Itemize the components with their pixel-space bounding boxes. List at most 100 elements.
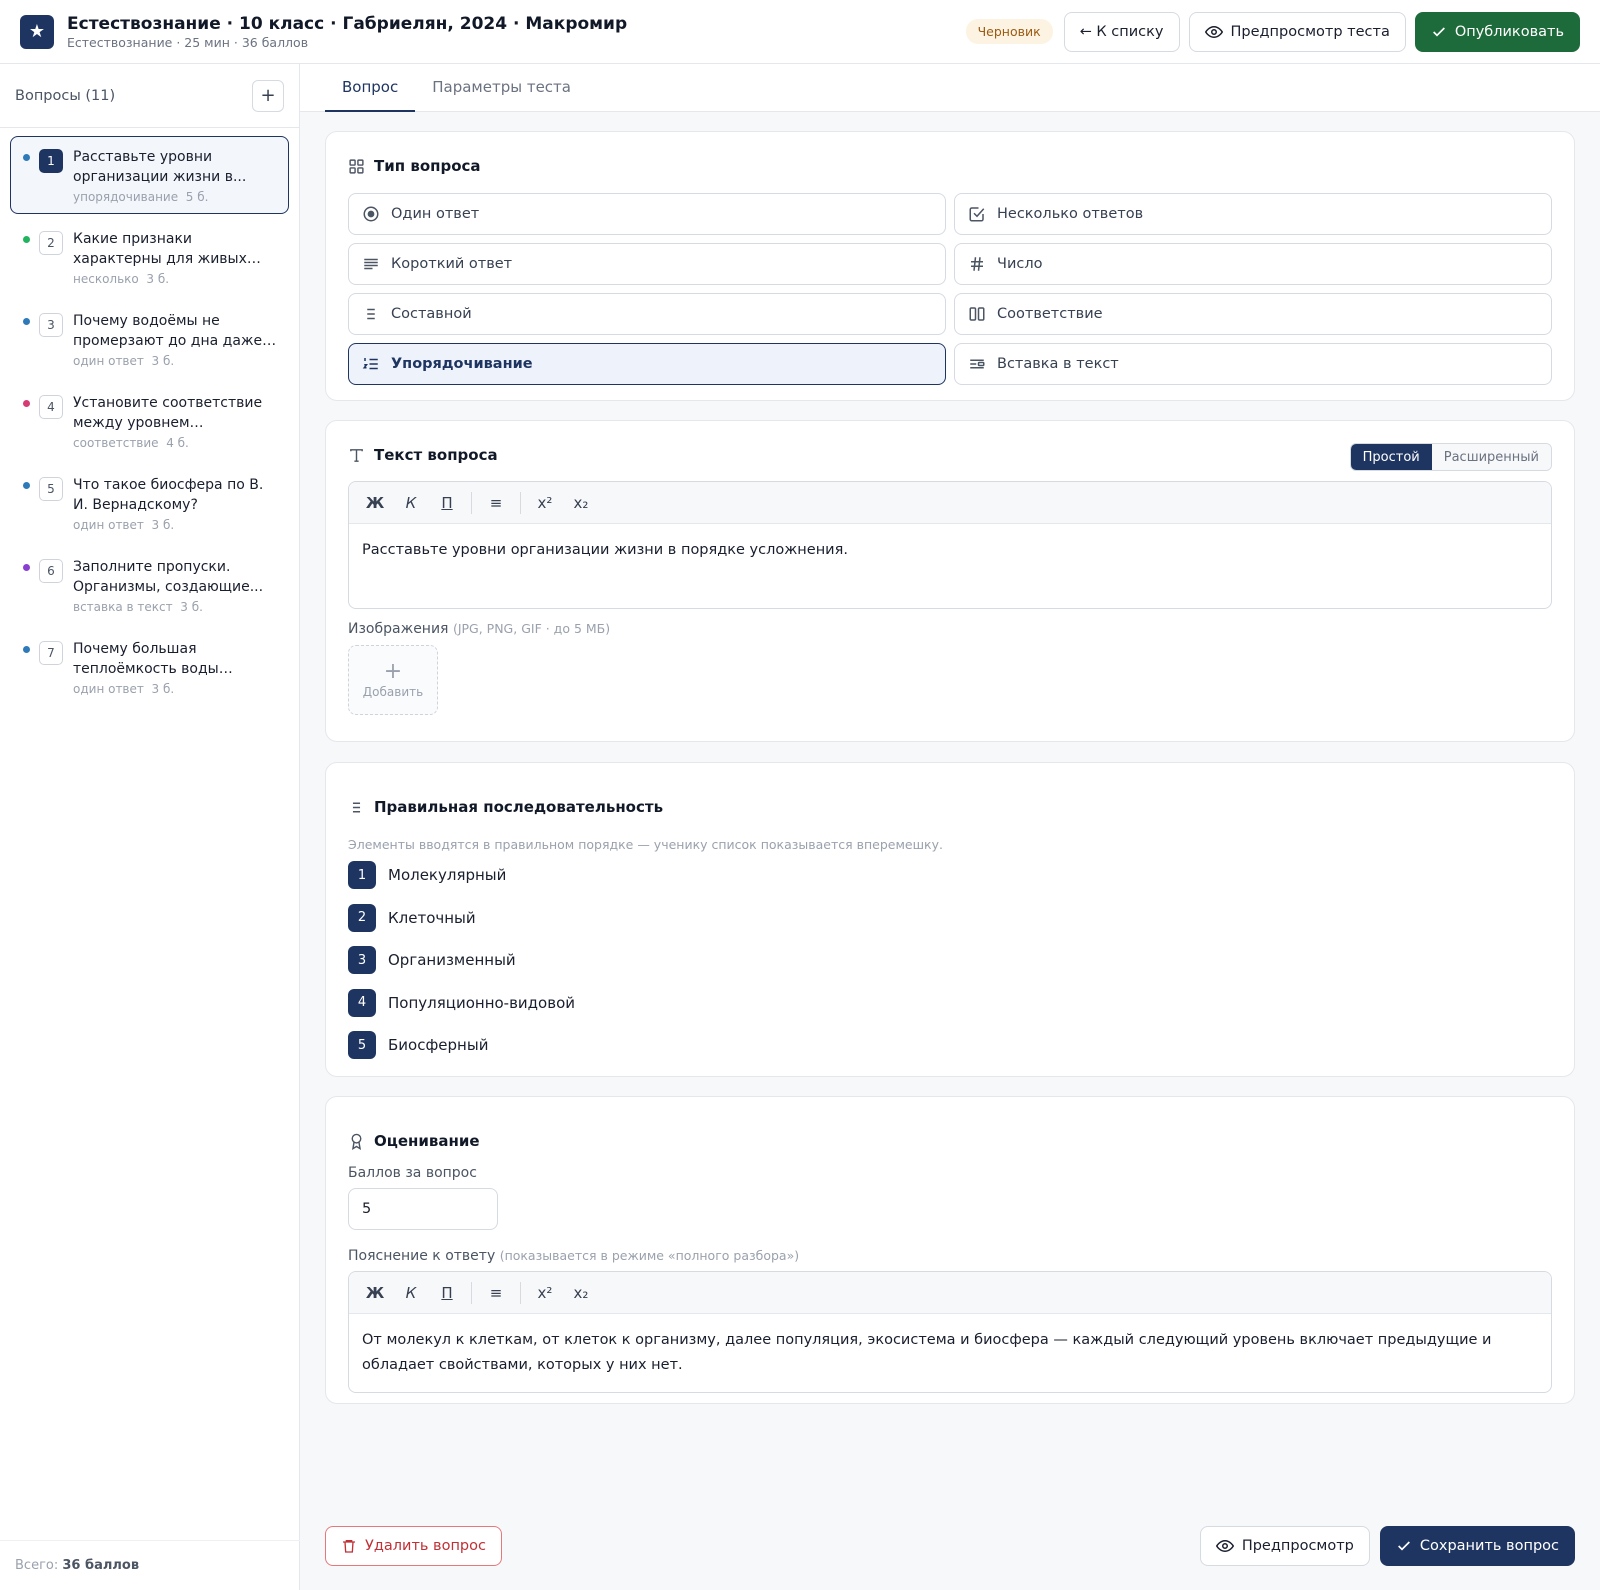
type-label: Несколько ответов <box>997 206 1144 222</box>
sidebar-question-item[interactable]: 6 Заполните пропуски. Организмы, создающи… <box>10 546 289 624</box>
add-question-button[interactable]: + <box>252 79 284 112</box>
list-button[interactable]: ≡ <box>478 488 514 518</box>
subscript-button[interactable]: x₂ <box>563 1278 599 1308</box>
images-hint: (JPG, PNG, GIF · до 5 МБ) <box>452 621 611 636</box>
sidebar-question-item[interactable]: 2 Какие признаки характерны для живых сис… <box>10 218 289 296</box>
tab-question[interactable]: Вопрос <box>325 64 416 112</box>
sequence-item: 1 Молекулярный <box>348 854 1552 897</box>
list-button[interactable]: ≡ <box>478 1278 514 1308</box>
question-list: 1 Расставьте уровни организации жизни в..… <box>0 128 299 718</box>
add-image-button[interactable]: + Добавить <box>348 645 438 715</box>
sequence-number: 5 <box>348 1031 376 1060</box>
question-number: 3 <box>39 313 63 337</box>
sequence-card: Правильная последовательность Элементы в… <box>325 762 1575 1077</box>
toolbar-divider <box>520 1281 521 1304</box>
trash-icon <box>343 1540 355 1553</box>
question-number: 1 <box>39 149 63 173</box>
italic-button[interactable]: К <box>393 1278 429 1308</box>
questions-sidebar: Вопросы (11) + 1 Расставьте уровни органи… <box>0 64 300 1590</box>
bold-button[interactable]: Ж <box>357 488 393 518</box>
main-area: Вопрос Параметры теста Тип вопроса Один … <box>300 64 1600 1590</box>
question-points: 3 б. <box>180 600 203 614</box>
type-options: Один ответ Несколько ответов Короткий от… <box>348 193 1552 385</box>
question-color-dot <box>23 318 30 325</box>
sidebar-question-item[interactable]: 4 Установите соответствие между уровнем о… <box>10 382 289 460</box>
underline-button[interactable]: П <box>429 1278 465 1308</box>
images-label-row: Изображения (JPG, PNG, GIF · до 5 МБ) <box>348 621 1552 637</box>
superscript-button[interactable]: x² <box>527 488 563 518</box>
sequence-text[interactable]: Популяционно-видовой <box>388 994 575 1012</box>
question-meta: соответствие 4 б. <box>73 434 278 452</box>
sequence-item: 3 Организменный <box>348 939 1552 982</box>
delete-question-button[interactable]: Удалить вопрос <box>325 1526 502 1566</box>
type-label: Один ответ <box>391 206 480 222</box>
question-body: Расставьте уровни организации жизни в...… <box>73 147 278 206</box>
explanation-input[interactable]: От молекул к клеткам, от клеток к органи… <box>349 1314 1551 1392</box>
sidebar-question-item[interactable]: 7 Почему большая теплоёмкость воды важна.… <box>10 628 289 706</box>
type-number[interactable]: Число <box>954 243 1552 285</box>
underline-button[interactable]: П <box>429 488 465 518</box>
sidebar-question-item[interactable]: 3 Почему водоёмы не промерзают до дна даж… <box>10 300 289 378</box>
question-type: вставка в текст <box>73 600 173 614</box>
grid-icon <box>349 158 364 174</box>
question-color-dot <box>23 646 30 653</box>
text-insert-icon <box>970 359 985 369</box>
points-input[interactable]: 5 <box>348 1188 498 1230</box>
sequence-number: 2 <box>348 903 376 932</box>
save-question-button[interactable]: Сохранить вопрос <box>1379 1526 1575 1566</box>
question-points: 3 б. <box>146 272 170 286</box>
question-meta: упорядочивание 5 б. <box>73 188 278 206</box>
type-ordering[interactable]: Упорядочивание <box>348 343 946 385</box>
sequence-text[interactable]: Клеточный <box>388 909 476 927</box>
question-meta: один ответ 3 б. <box>73 516 278 534</box>
question-preview-text: Установите соответствие между уровнем ор… <box>73 395 263 431</box>
type-matching[interactable]: Соответствие <box>954 293 1552 335</box>
sequence-text[interactable]: Молекулярный <box>388 866 506 884</box>
subscript-button[interactable]: x₂ <box>563 488 599 518</box>
explanation-toolbar: Ж К П ≡ x² x₂ <box>349 1272 1551 1314</box>
question-body: Какие признаки характерны для живых сист… <box>73 229 278 286</box>
top-header: ★ Естествознание · 10 класс · Габриелян,… <box>0 0 1600 64</box>
type-icon <box>350 448 363 462</box>
sequence-text[interactable]: Биосферный <box>388 1036 488 1054</box>
question-preview-text: Расставьте уровни организации жизни в... <box>73 149 247 185</box>
page-title: Естествознание · 10 класс · Габриелян, 2… <box>67 13 628 34</box>
grading-title: Оценивание <box>348 1129 1552 1153</box>
question-type-card: Тип вопроса Один ответ Несколько ответов… <box>325 131 1575 401</box>
explanation-hint: (показывается в режиме «полного разбора»… <box>499 1248 800 1263</box>
sidebar-question-item[interactable]: 5 Что такое биосфера по В. И. Вернадскому… <box>10 464 289 542</box>
sequence-text[interactable]: Организменный <box>388 951 516 969</box>
preview-test-label: Предпросмотр теста <box>1230 23 1390 40</box>
tab-test-params[interactable]: Параметры теста <box>415 64 588 112</box>
type-short-answer[interactable]: Короткий ответ <box>348 243 946 285</box>
question-text-input[interactable]: Расставьте уровни организации жизни в по… <box>349 524 1551 608</box>
sequence-item: 4 Популяционно-видовой <box>348 982 1552 1025</box>
type-multiple-answers[interactable]: Несколько ответов <box>954 193 1552 235</box>
points-label: Баллов за вопрос <box>348 1165 477 1181</box>
type-label: Число <box>997 256 1043 272</box>
back-to-list-button[interactable]: ← К списку <box>1063 11 1180 52</box>
title-block: Естествознание · 10 класс · Габриелян, 2… <box>67 13 966 51</box>
superscript-button[interactable]: x² <box>527 1278 563 1308</box>
question-meta: один ответ 3 б. <box>73 352 278 370</box>
type-fill-in-text[interactable]: Вставка в текст <box>954 343 1552 385</box>
sidebar-question-item[interactable]: 1 Расставьте уровни организации жизни в..… <box>10 136 289 214</box>
eye-icon <box>1215 1539 1234 1553</box>
question-type-title: Тип вопроса <box>348 154 1552 178</box>
mode-advanced[interactable]: Расширенный <box>1431 444 1551 470</box>
italic-button[interactable]: К <box>393 488 429 518</box>
type-composite[interactable]: Составной <box>348 293 946 335</box>
question-points: 4 б. <box>166 436 189 450</box>
type-single-answer[interactable]: Один ответ <box>348 193 946 235</box>
bold-button[interactable]: Ж <box>357 1278 393 1308</box>
preview-button[interactable]: Предпросмотр <box>1199 1526 1370 1566</box>
star-logo-icon: ★ <box>20 14 54 49</box>
eye-icon <box>1204 25 1223 38</box>
publish-button[interactable]: Опубликовать <box>1414 11 1580 52</box>
text-lines-icon <box>364 258 378 270</box>
question-type: один ответ <box>73 518 144 532</box>
mode-simple[interactable]: Простой <box>1350 444 1432 470</box>
preview-test-button[interactable]: Предпросмотр теста <box>1188 11 1406 52</box>
editor-mode-toggle: Простой Расширенный <box>1349 443 1552 471</box>
question-meta: один ответ 3 б. <box>73 680 278 698</box>
